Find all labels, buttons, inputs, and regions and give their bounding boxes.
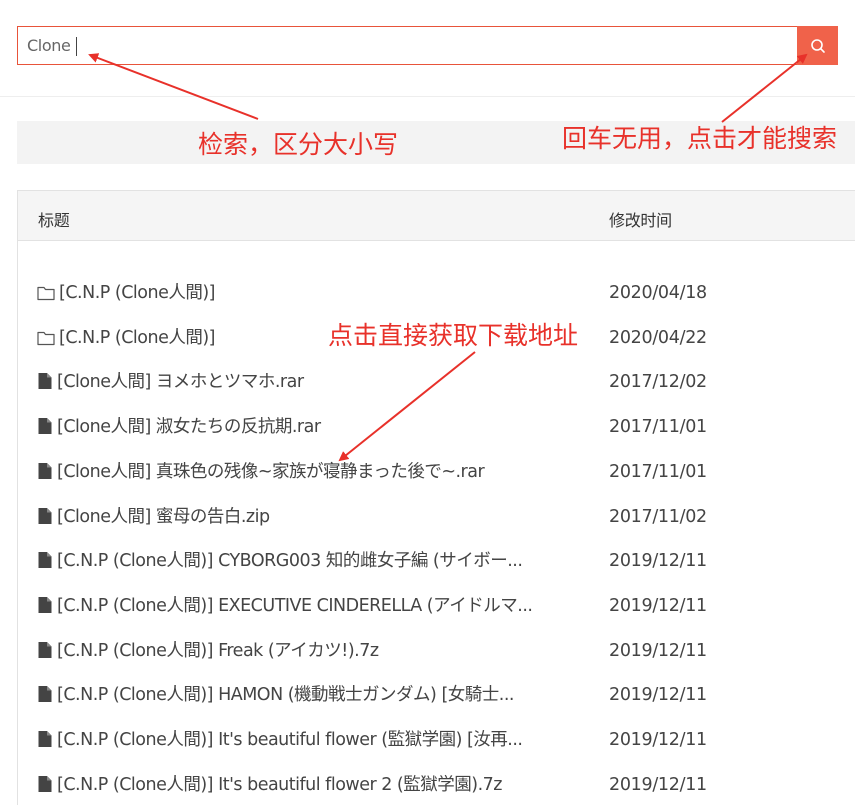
file-icon [38, 462, 52, 479]
file-icon [38, 641, 52, 658]
table-header: 标题 修改时间 [18, 191, 855, 241]
row-date: 2017/12/02 [609, 372, 707, 393]
header-divider [0, 96, 855, 97]
row-date: 2017/11/01 [609, 461, 707, 482]
page: 标题 修改时间 [C.N.P (Clone人間)] 2020/04/18 [C.N.… [0, 0, 855, 805]
row-name-text: [C.N.P (Clone人間)] [59, 327, 216, 348]
folder-icon [37, 331, 55, 345]
file-link[interactable]: [Clone人間] 真珠色の残像~家族が寝静まった後で~.rar [37, 460, 577, 484]
file-icon [38, 775, 52, 792]
file-link[interactable]: [Clone人間] 淑女たちの反抗期.rar [37, 415, 577, 439]
file-icon [38, 552, 52, 569]
table-row[interactable]: [C.N.P (Clone人間)] It's beautiful flower … [18, 728, 855, 772]
table-row[interactable]: [Clone人間] ヨメホとツマホ.rar 2017/12/02 [18, 370, 855, 414]
row-name-text: [C.N.P (Clone人間)] CYBORG003 知的雌女子編 (サイボー… [57, 551, 523, 572]
table-row[interactable]: [Clone人間] 蜜母の告白.zip 2017/11/02 [18, 505, 855, 549]
file-icon [38, 507, 52, 524]
row-name-text: [C.N.P (Clone人間)] EXECUTIVE CINDERELLA (… [57, 595, 533, 616]
row-name-text: [C.N.P (Clone人間)] It's beautiful flower … [57, 730, 523, 750]
arrow-to-search-button [721, 53, 808, 123]
row-date: 2017/11/01 [609, 417, 707, 438]
file-link[interactable]: [Clone人間] ヨメホとツマホ.rar [37, 370, 577, 394]
table-row[interactable]: [C.N.P (Clone人間)] CYBORG003 知的雌女子編 (サイボー… [18, 549, 855, 593]
file-icon [38, 418, 52, 435]
text-caret [76, 37, 77, 56]
table-row[interactable]: [Clone人間] 真珠色の残像~家族が寝静まった後で~.rar 2017/11/… [18, 460, 855, 504]
table-row[interactable]: [Clone人間] 淑女たちの反抗期.rar 2017/11/01 [18, 415, 855, 459]
search-icon [810, 38, 825, 53]
file-icon [38, 596, 52, 613]
column-header-modified[interactable]: 修改时间 [609, 207, 672, 231]
file-icon [38, 731, 52, 747]
search-input[interactable] [27, 27, 787, 64]
file-link[interactable]: [C.N.P (Clone人間)] HAMON (機動戦士ガンダム) [女騎士.… [37, 683, 577, 707]
file-icon [38, 686, 52, 703]
folder-link[interactable]: [C.N.P (Clone人間)] [37, 281, 577, 305]
annotation-download-note: 点击直接获取下载地址 [328, 321, 579, 350]
file-icon [38, 373, 52, 390]
file-link[interactable]: [C.N.P (Clone人間)] Freak (アイカツ!).7z [37, 639, 577, 663]
row-name-text: [Clone人間] 蜜母の告白.zip [57, 506, 270, 527]
annotation-search-note: 检索，区分大小写 [198, 130, 399, 159]
row-name-text: [C.N.P (Clone人間)] [59, 283, 216, 303]
file-link[interactable]: [C.N.P (Clone人間)] CYBORG003 知的雌女子編 (サイボー… [37, 549, 577, 573]
row-date: 2019/12/11 [609, 551, 707, 572]
file-link[interactable]: [C.N.P (Clone人間)] It's beautiful flower … [37, 773, 577, 797]
row-date: 2019/12/11 [609, 640, 707, 661]
row-name-text: [Clone人間] 真珠色の残像~家族が寝静まった後で~.rar [57, 461, 485, 482]
search-box [17, 26, 798, 65]
file-link[interactable]: [C.N.P (Clone人間)] It's beautiful flower … [37, 728, 577, 752]
row-name-text: [Clone人間] ヨメホとツマホ.rar [57, 372, 304, 393]
row-date: 2019/12/11 [609, 774, 707, 795]
row-name-text: [C.N.P (Clone人間)] Freak (アイカツ!).7z [57, 640, 379, 661]
table-row[interactable]: [C.N.P (Clone人間)] It's beautiful flower … [18, 773, 855, 805]
file-table: 标题 修改时间 [C.N.P (Clone人間)] 2020/04/18 [C.N.… [17, 190, 855, 805]
column-header-title[interactable]: 标题 [38, 207, 70, 231]
row-date: 2019/12/11 [609, 685, 707, 706]
row-date: 2020/04/22 [609, 327, 707, 348]
folder-icon [37, 286, 55, 301]
row-name-text: [C.N.P (Clone人間)] HAMON (機動戦士ガンダム) [女騎士.… [57, 685, 514, 706]
row-date: 2019/12/11 [609, 595, 707, 616]
search-button[interactable] [797, 26, 838, 65]
row-date: 2020/04/18 [609, 283, 707, 303]
table-row[interactable]: [C.N.P (Clone人間)] Freak (アイカツ!).7z 2019/1… [18, 639, 855, 683]
file-link[interactable]: [Clone人間] 蜜母の告白.zip [37, 505, 577, 529]
row-name-text: [C.N.P (Clone人間)] It's beautiful flower … [57, 774, 502, 795]
row-date: 2017/11/02 [609, 506, 707, 527]
file-link[interactable]: [C.N.P (Clone人間)] EXECUTIVE CINDERELLA (… [37, 594, 577, 618]
row-date: 2019/12/11 [609, 730, 707, 750]
annotation-enter-note: 回车无用，点击才能搜索 [562, 124, 838, 153]
table-row[interactable]: [C.N.P (Clone人間)] EXECUTIVE CINDERELLA (… [18, 594, 855, 638]
table-row[interactable]: [C.N.P (Clone人間)] HAMON (機動戦士ガンダム) [女騎士.… [18, 683, 855, 727]
row-name-text: [Clone人間] 淑女たちの反抗期.rar [57, 417, 321, 438]
